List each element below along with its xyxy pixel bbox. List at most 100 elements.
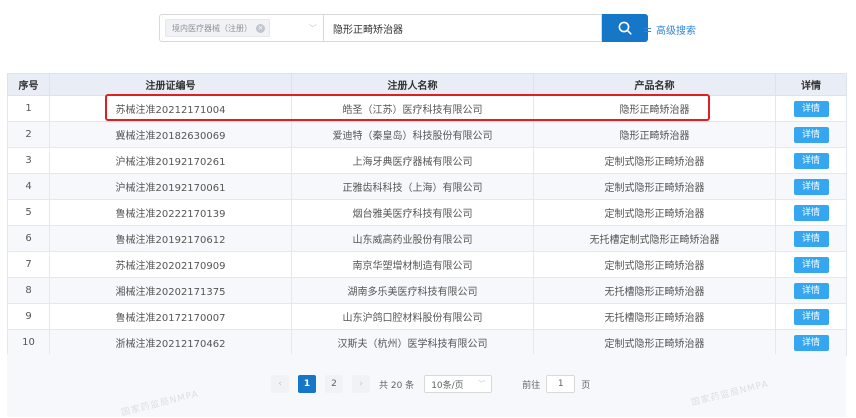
table-row: 7 苏械注准20202170909 南京华塑增材制造有限公司 定制式隐形正畸矫治器 详情: [7, 251, 847, 278]
table-row: 3 沪械注准20192170261 上海牙典医疗器械有限公司 定制式隐形正畸矫治器 详情: [7, 147, 847, 174]
cell-product: 无托槽隐形正畸矫治器: [533, 277, 776, 304]
search-icon: [618, 21, 632, 35]
cell-detail: 详情: [775, 303, 847, 330]
goto-label: 前往: [522, 380, 541, 391]
detail-button[interactable]: 详情: [793, 282, 829, 299]
chevron-down-icon[interactable]: ﹀: [309, 23, 317, 34]
cell-reg-no: 冀械注准20182630069: [49, 121, 292, 148]
cell-company: 爱迪特（秦皇岛）科技股份有限公司: [291, 121, 534, 148]
table-row: 10 浙械注准20212170462 汉斯夫（杭州）医学科技有限公司 定制式隐形正畸矫…: [7, 329, 847, 356]
cell-detail: 详情: [775, 329, 847, 356]
detail-button[interactable]: 详情: [793, 178, 829, 195]
cell-no: 1: [7, 95, 50, 122]
page-1-button[interactable]: 1: [298, 375, 316, 393]
category-tag-label: 境内医疗器械（注册）: [172, 23, 252, 33]
header-company: 注册人名称: [291, 73, 534, 96]
cell-detail: 详情: [775, 199, 847, 226]
cell-reg-no: 浙械注准20212170462: [49, 329, 292, 356]
cell-product: 隐形正畸矫治器: [533, 121, 776, 148]
results-table: 序号 注册证编号 注册人名称 产品名称 详情 1 苏械注准20212171004 皓…: [7, 73, 847, 356]
cell-no: 5: [7, 199, 50, 226]
detail-button[interactable]: 详情: [793, 126, 829, 143]
table-row: 9 鲁械注准20172170007 山东沪鸽口腔材料股份有限公司 无托槽隐形正畸矫治器…: [7, 303, 847, 330]
cell-company: 山东威高药业股份有限公司: [291, 225, 534, 252]
pagination: ‹ 1 2 › 共 20 条 10条/页 ﹀ 前往 页: [271, 375, 590, 393]
cell-company: 汉斯夫（杭州）医学科技有限公司: [291, 329, 534, 356]
cell-no: 10: [7, 329, 50, 356]
cell-detail: 详情: [775, 173, 847, 200]
cell-product: 隐形正畸矫治器: [533, 95, 776, 122]
cell-no: 3: [7, 147, 50, 174]
cell-product: 定制式隐形正畸矫治器: [533, 251, 776, 278]
header-reg-no: 注册证编号: [49, 73, 292, 96]
search-input[interactable]: [324, 14, 602, 42]
cell-product: 定制式隐形正畸矫治器: [533, 173, 776, 200]
cell-reg-no: 鲁械注准20172170007: [49, 303, 292, 330]
detail-button[interactable]: 详情: [793, 100, 829, 117]
table-row: 6 鲁械注准20192170612 山东威高药业股份有限公司 无托槽定制式隐形正畸矫治…: [7, 225, 847, 252]
cell-company: 山东沪鸽口腔材料股份有限公司: [291, 303, 534, 330]
detail-button[interactable]: 详情: [793, 308, 829, 325]
cell-product: 无托槽定制式隐形正畸矫治器: [533, 225, 776, 252]
cell-reg-no: 沪械注准20192170061: [49, 173, 292, 200]
page-2-button[interactable]: 2: [325, 375, 343, 393]
cell-company: 正雅齿科科技（上海）有限公司: [291, 173, 534, 200]
cell-product: 无托槽隐形正畸矫治器: [533, 303, 776, 330]
detail-button[interactable]: 详情: [793, 334, 829, 351]
cell-product: 定制式隐形正畸矫治器: [533, 329, 776, 356]
cell-no: 6: [7, 225, 50, 252]
chevron-down-icon: ﹀: [478, 380, 486, 388]
cell-no: 9: [7, 303, 50, 330]
search-button[interactable]: [602, 14, 648, 42]
prev-page-button[interactable]: ‹: [271, 375, 289, 393]
filter-icon: ⚌: [643, 24, 652, 35]
tag-close-icon[interactable]: ×: [256, 23, 265, 33]
cell-reg-no: 湘械注准20202171375: [49, 277, 292, 304]
advanced-search-label: 高级搜索: [655, 26, 696, 37]
table-row: 8 湘械注准20202171375 湖南多乐美医疗科技有限公司 无托槽隐形正畸矫治器详…: [7, 277, 847, 304]
page-jump-input[interactable]: [546, 375, 576, 393]
cell-company: 上海牙典医疗器械有限公司: [291, 147, 534, 174]
cell-reg-no: 苏械注准20212171004: [49, 95, 292, 122]
table-row: 2 冀械注准20182630069 爱迪特（秦皇岛）科技股份有限公司 隐形正畸矫治器详…: [7, 121, 847, 148]
cell-detail: 详情: [775, 225, 847, 252]
table-row: 4 沪械注准20192170061 正雅齿科科技（上海）有限公司 定制式隐形正畸矫治器…: [7, 173, 847, 200]
cell-company: 皓圣（江苏）医疗科技有限公司: [291, 95, 534, 122]
cell-detail: 详情: [775, 277, 847, 304]
cell-product: 定制式隐形正畸矫治器: [533, 147, 776, 174]
cell-no: 2: [7, 121, 50, 148]
page-suffix: 页: [581, 380, 591, 391]
next-page-button[interactable]: ›: [352, 375, 370, 393]
page-size-select[interactable]: 10条/页 ﹀: [424, 375, 493, 393]
cell-reg-no: 苏械注准20202170909: [49, 251, 292, 278]
detail-button[interactable]: 详情: [793, 256, 829, 273]
cell-company: 南京华塑增材制造有限公司: [291, 251, 534, 278]
cell-company: 烟台雅美医疗科技有限公司: [291, 199, 534, 226]
table-row: 5 鲁械注准20222170139 烟台雅美医疗科技有限公司 定制式隐形正畸矫治器 详情: [7, 199, 847, 226]
page-size-value: 10条/页: [431, 380, 464, 391]
detail-button[interactable]: 详情: [793, 230, 829, 247]
cell-no: 8: [7, 277, 50, 304]
table-row: 1 苏械注准20212171004 皓圣（江苏）医疗科技有限公司 隐形正畸矫治器 详情: [7, 95, 847, 122]
total-count: 共 20 条: [379, 380, 415, 391]
cell-reg-no: 鲁械注准20192170612: [49, 225, 292, 252]
cell-reg-no: 沪械注准20192170261: [49, 147, 292, 174]
detail-button[interactable]: 详情: [793, 204, 829, 221]
header-no: 序号: [7, 73, 50, 96]
cell-no: 4: [7, 173, 50, 200]
header-detail: 详情: [775, 73, 847, 96]
header-product: 产品名称: [533, 73, 776, 96]
cell-detail: 详情: [775, 95, 847, 122]
category-tag: 境内医疗器械（注册） ×: [165, 19, 270, 37]
cell-no: 7: [7, 251, 50, 278]
search-bar: 境内医疗器械（注册） × ﹀: [159, 14, 648, 42]
cell-reg-no: 鲁械注准20222170139: [49, 199, 292, 226]
advanced-search-link[interactable]: ⚌ 高级搜索: [643, 22, 696, 37]
category-select[interactable]: 境内医疗器械（注册） × ﹀: [159, 14, 324, 42]
cell-detail: 详情: [775, 251, 847, 278]
cell-detail: 详情: [775, 121, 847, 148]
detail-button[interactable]: 详情: [793, 152, 829, 169]
cell-company: 湖南多乐美医疗科技有限公司: [291, 277, 534, 304]
table-header-row: 序号 注册证编号 注册人名称 产品名称 详情: [7, 73, 847, 96]
cell-detail: 详情: [775, 147, 847, 174]
